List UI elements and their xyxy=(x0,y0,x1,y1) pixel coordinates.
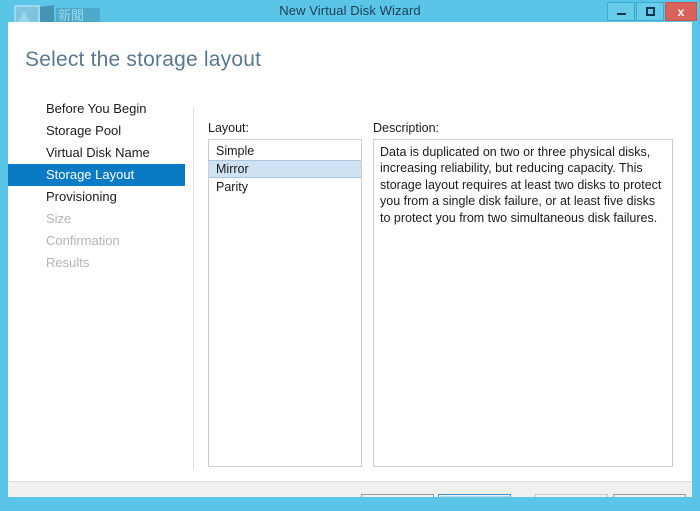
maximize-button[interactable] xyxy=(636,2,664,21)
next-button[interactable]: Next > xyxy=(438,494,511,497)
nav-item-confirmation: Confirmation xyxy=(46,233,120,248)
previous-button[interactable]: < Previous xyxy=(361,494,434,497)
nav-item-storage-pool[interactable]: Storage Pool xyxy=(8,120,185,142)
title-bar[interactable]: New Virtual Disk Wizard 新聞 ■■■新聞 x xyxy=(0,0,700,41)
nav-item-results: Results xyxy=(46,255,90,270)
nav-item-provisioning[interactable]: Provisioning xyxy=(8,186,185,208)
nav-item-storage-layout[interactable]: Storage Layout xyxy=(8,164,185,186)
close-button[interactable]: x xyxy=(665,2,697,21)
minimize-icon xyxy=(616,13,626,15)
wizard-client-area: Select the storage layout Before You Beg… xyxy=(8,22,692,497)
maximize-icon xyxy=(645,7,655,16)
layout-listbox[interactable]: Simple Mirror Parity xyxy=(208,139,362,467)
layout-option-simple[interactable]: Simple xyxy=(209,142,361,160)
window-controls: x xyxy=(606,2,697,21)
description-label: Description: xyxy=(373,121,439,135)
wizard-window: New Virtual Disk Wizard 新聞 ■■■新聞 x Selec… xyxy=(0,0,700,511)
description-box: Data is duplicated on two or three physi… xyxy=(373,139,673,467)
wizard-step-nav: Before You Begin Storage Pool Virtual Di… xyxy=(8,98,185,458)
cancel-button[interactable]: Cancel xyxy=(613,494,686,497)
description-text: Data is duplicated on two or three physi… xyxy=(380,145,662,225)
close-icon: x xyxy=(677,4,685,19)
nav-item-size: Size xyxy=(46,211,72,226)
footer-button-row: < Previous Next > Create Cancel xyxy=(8,486,692,497)
nav-content-divider xyxy=(193,108,194,470)
page-title: Select the storage layout xyxy=(25,48,262,71)
layout-option-mirror[interactable]: Mirror xyxy=(209,160,361,178)
nav-item-virtual-disk-name[interactable]: Virtual Disk Name xyxy=(8,142,185,164)
create-button: Create xyxy=(535,494,608,497)
minimize-button[interactable] xyxy=(607,2,635,21)
layout-option-parity[interactable]: Parity xyxy=(209,178,361,196)
nav-item-before-you-begin[interactable]: Before You Begin xyxy=(8,98,185,120)
window-title: New Virtual Disk Wizard xyxy=(279,3,421,18)
layout-label: Layout: xyxy=(208,121,250,135)
